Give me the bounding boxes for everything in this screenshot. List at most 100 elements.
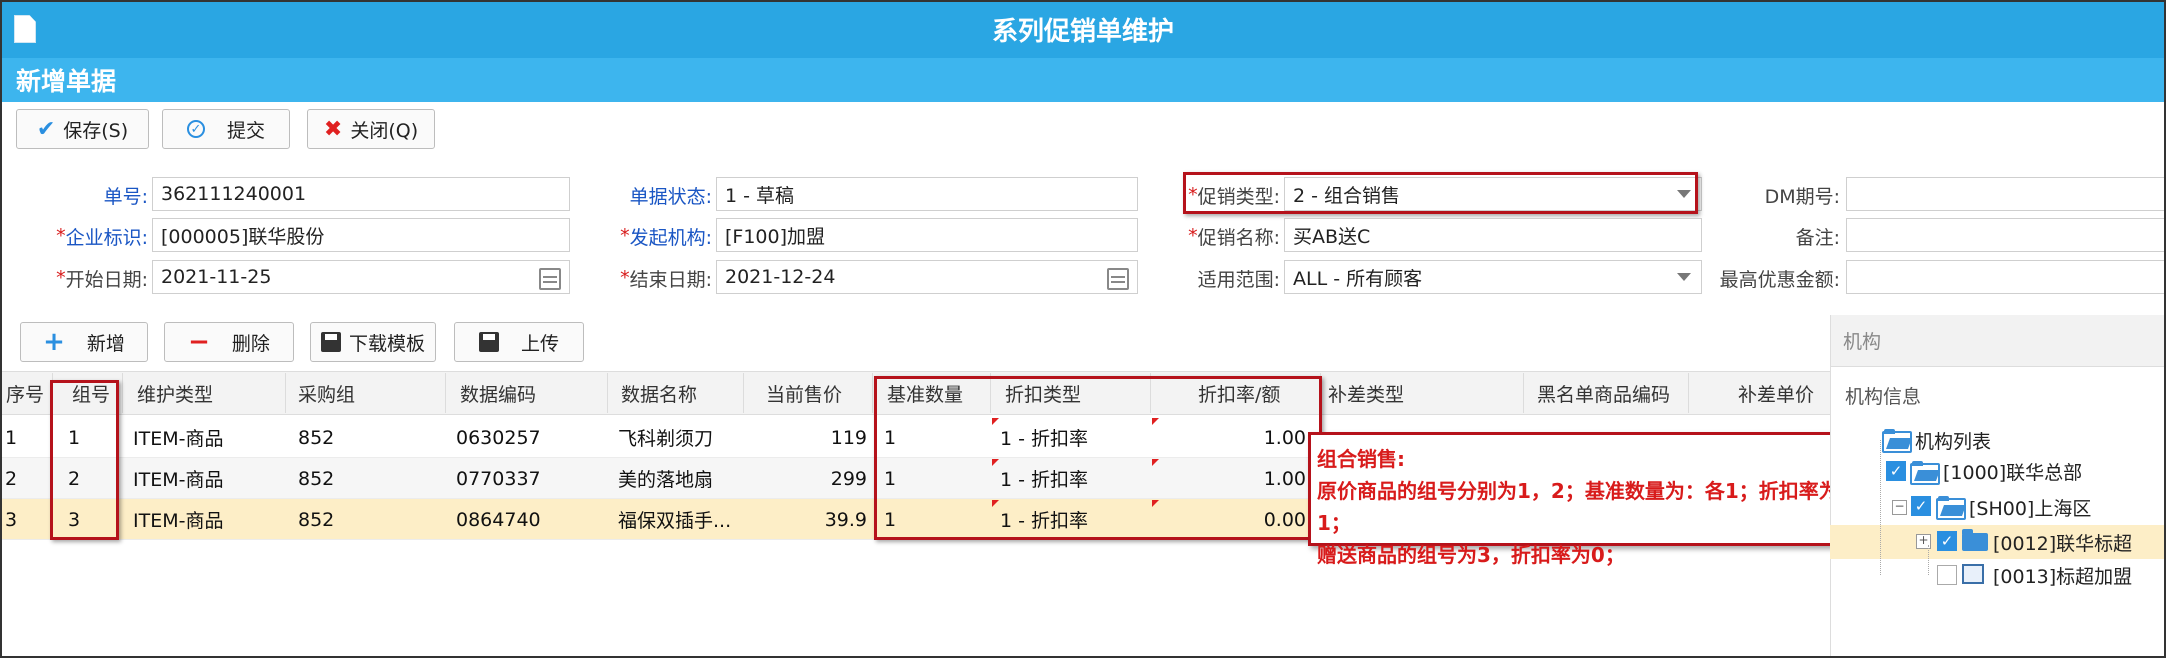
col-header-data-name[interactable]: 数据名称 bbox=[621, 371, 697, 415]
col-header-current-price[interactable]: 当前售价 bbox=[766, 371, 842, 415]
tree-node-label[interactable]: [SH00]上海区 bbox=[1969, 492, 2091, 522]
tree-node-label[interactable]: [0013]标超加盟 bbox=[1993, 560, 2132, 590]
save-disk-icon bbox=[320, 332, 341, 352]
end-date-field[interactable]: 2021-12-24 bbox=[716, 260, 1138, 294]
required-mark: * bbox=[620, 225, 630, 247]
upload-label: 上传 bbox=[520, 332, 559, 355]
promo-type-highlight-box bbox=[1183, 172, 1698, 214]
delete-row-label: 删除 bbox=[231, 332, 270, 355]
col-header-blacklist-code[interactable]: 黑名单商品编码 bbox=[1537, 371, 1670, 415]
tree-guide-line bbox=[1880, 440, 1881, 575]
cell-seq: 3 bbox=[5, 508, 18, 531]
company-value: [000005]联华股份 bbox=[161, 225, 325, 248]
download-template-button[interactable]: 下载模板 bbox=[310, 322, 436, 362]
scope-label: 适用范围: bbox=[1178, 262, 1280, 294]
submit-button[interactable]: ✓ 提交 bbox=[162, 109, 290, 149]
plus-icon: + bbox=[43, 327, 65, 357]
dm-period-label: DM期号: bbox=[1700, 179, 1840, 211]
col-header-purchase-group[interactable]: 采购组 bbox=[298, 371, 355, 415]
col-header-compensation-price[interactable]: 补差单价 bbox=[1738, 371, 1814, 415]
start-date-label: * 开始日期: bbox=[20, 262, 148, 294]
tree-node-label[interactable]: [1000]联华总部 bbox=[1943, 456, 2082, 486]
start-date-label-text: 开始日期: bbox=[65, 268, 148, 291]
annotation-line-1: 原价商品的组号分别为1，2；基准数量为：各1；折扣率为1； bbox=[1317, 479, 1839, 535]
cell-maint-type: ITEM-商品 bbox=[133, 428, 224, 450]
cell-data-code: 0630257 bbox=[456, 426, 541, 449]
scope-label-text: 适用范围: bbox=[1197, 268, 1280, 291]
checkbox-checked-icon[interactable]: ✓ bbox=[1911, 496, 1931, 516]
origin-org-value: [F100]加盟 bbox=[725, 225, 826, 248]
column-divider bbox=[743, 373, 744, 413]
end-date-label: * 结束日期: bbox=[600, 262, 712, 294]
required-mark: * bbox=[56, 225, 66, 247]
submit-icon: ✓ bbox=[186, 120, 205, 138]
org-info-label: 机构信息 bbox=[1845, 386, 1922, 408]
col-header-seq[interactable]: 序号 bbox=[6, 371, 44, 415]
close-button-label: 关闭(Q) bbox=[350, 119, 419, 142]
checkbox-checked-icon[interactable]: ✓ bbox=[1937, 531, 1957, 551]
promo-name-field[interactable]: 买AB送C bbox=[1284, 218, 1702, 252]
upload-button[interactable]: 上传 bbox=[454, 322, 584, 362]
collapse-icon[interactable]: − bbox=[1892, 500, 1907, 515]
section-title: 新增单据 bbox=[16, 67, 117, 96]
folder-open-icon bbox=[1936, 496, 1966, 520]
promo-name-label: * 促销名称: bbox=[1178, 220, 1280, 252]
tree-node-label[interactable]: [0012]联华标超 bbox=[1993, 527, 2132, 557]
cell-data-name: 福保双插手... bbox=[618, 510, 732, 532]
status-label: 单据状态: bbox=[600, 179, 712, 211]
remark-label: 备注: bbox=[1700, 220, 1840, 252]
start-date-value: 2021-11-25 bbox=[161, 266, 272, 288]
cell-purchase-group: 852 bbox=[298, 508, 335, 531]
calendar-icon[interactable] bbox=[1107, 268, 1129, 290]
delete-row-button[interactable]: − 删除 bbox=[164, 322, 294, 362]
discount-columns-highlight-box bbox=[874, 376, 1322, 540]
promo-name-label-text: 促销名称: bbox=[1197, 226, 1280, 249]
add-row-label: 新增 bbox=[86, 332, 125, 355]
end-date-value: 2021-12-24 bbox=[725, 266, 836, 288]
cell-data-code: 0770337 bbox=[456, 467, 541, 490]
close-button[interactable]: ✖ 关闭(Q) bbox=[307, 109, 435, 149]
dm-period-label-text: DM期号: bbox=[1764, 185, 1840, 208]
chevron-down-icon[interactable] bbox=[1677, 273, 1691, 281]
org-panel-header: 机构 bbox=[1831, 315, 2166, 367]
origin-org-field[interactable]: [F100]加盟 bbox=[716, 218, 1138, 252]
checkbox-checked-icon[interactable]: ✓ bbox=[1886, 461, 1906, 481]
submit-button-label: 提交 bbox=[226, 119, 265, 142]
origin-org-label: * 发起机构: bbox=[600, 220, 712, 252]
cell-current-price: 39.9 bbox=[824, 508, 867, 531]
save-button[interactable]: ✔ 保存(S) bbox=[16, 109, 149, 149]
bill-no-field[interactable]: 362111240001 bbox=[152, 177, 570, 211]
max-discount-label: 最高优惠金额: bbox=[1700, 262, 1840, 294]
scope-select[interactable]: ALL - 所有顾客 bbox=[1284, 260, 1702, 294]
checkbox-unchecked-icon[interactable] bbox=[1937, 565, 1957, 585]
annotation-title: 组合销售: bbox=[1317, 447, 1405, 471]
add-row-button[interactable]: + 新增 bbox=[20, 322, 148, 362]
annotation-line-2: 赠送商品的组号为3，折扣率为0； bbox=[1317, 543, 1625, 567]
col-header-data-code[interactable]: 数据编码 bbox=[460, 371, 536, 415]
tree-root-label[interactable]: 机构列表 bbox=[1915, 425, 1991, 455]
start-date-field[interactable]: 2021-11-25 bbox=[152, 260, 570, 294]
save-button-label: 保存(S) bbox=[63, 119, 129, 142]
window-title: 系列促销单维护 bbox=[991, 16, 1174, 47]
status-field[interactable]: 1 - 草稿 bbox=[716, 177, 1138, 211]
check-icon: ✔ bbox=[36, 116, 56, 142]
promo-name-value: 买AB送C bbox=[1293, 225, 1371, 248]
bill-no-value: 362111240001 bbox=[161, 183, 307, 205]
status-label-text: 单据状态: bbox=[629, 185, 712, 208]
col-header-maint-type[interactable]: 维护类型 bbox=[137, 371, 213, 415]
group-column-highlight-box bbox=[50, 380, 119, 540]
company-label: * 企业标识: bbox=[20, 220, 148, 252]
bill-no-label: 单号: bbox=[40, 179, 148, 211]
cell-data-name: 美的落地扇 bbox=[618, 469, 714, 491]
company-field[interactable]: [000005]联华股份 bbox=[152, 218, 570, 252]
minus-icon: − bbox=[188, 327, 210, 357]
col-header-compensation-type[interactable]: 补差类型 bbox=[1328, 371, 1404, 415]
remark-field[interactable] bbox=[1846, 218, 2166, 252]
folder-open-icon bbox=[1882, 429, 1912, 453]
calendar-icon[interactable] bbox=[539, 268, 561, 290]
max-discount-field[interactable] bbox=[1846, 260, 2166, 294]
column-divider bbox=[1688, 373, 1689, 413]
column-divider bbox=[607, 373, 608, 413]
remark-label-text: 备注: bbox=[1795, 226, 1840, 249]
dm-period-field[interactable] bbox=[1846, 177, 2166, 211]
